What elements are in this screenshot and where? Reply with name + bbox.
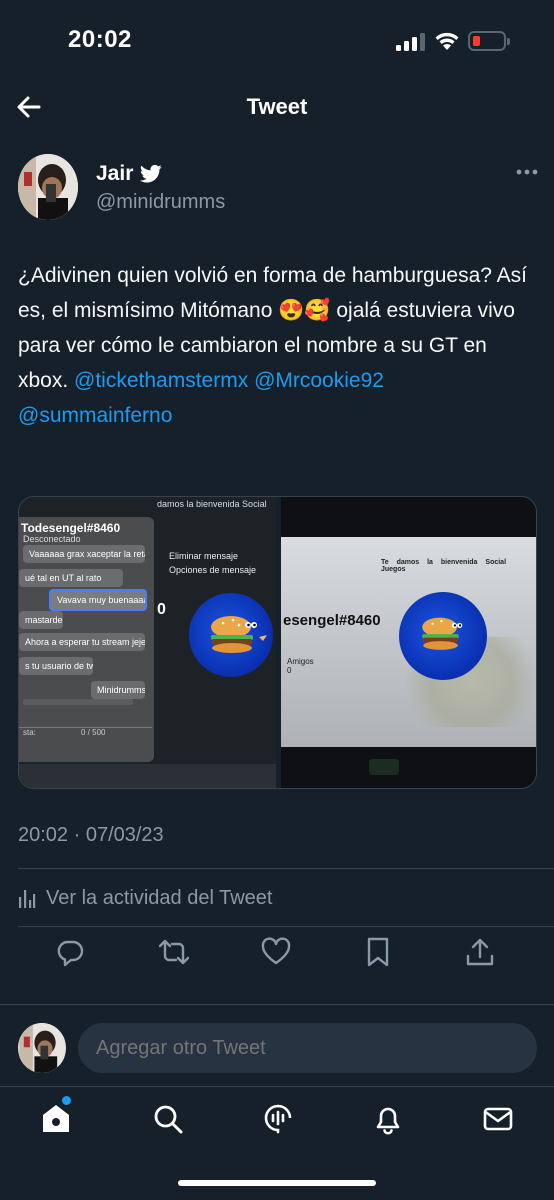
analytics-icon (19, 890, 36, 908)
xbox-screen: Te damos la bienvenida Social Juegos ese… (281, 537, 536, 747)
author-name[interactable]: Jair (96, 162, 133, 186)
wifi-icon (435, 32, 459, 50)
chat-status: Desconectado (23, 534, 81, 544)
search-icon[interactable] (152, 1103, 184, 1135)
chat-message: ué tal en UT al rato (19, 569, 123, 587)
media-photo-2[interactable]: Te damos la bienvenida Social Juegos ese… (281, 497, 536, 788)
home-icon[interactable] (40, 1103, 72, 1135)
tweet-timestamp: 20:02 · 07/03/23 (18, 824, 164, 846)
mention-link[interactable]: @Mrcookie92 (254, 369, 384, 392)
chat-input: sta: 0 / 500 (19, 727, 152, 741)
status-time: 20:02 (68, 26, 132, 53)
reply-icon[interactable] (54, 936, 86, 968)
chat-message: Vavava muy buenaaaa (49, 589, 147, 611)
author-avatar[interactable] (18, 154, 78, 220)
tweet-actions (0, 932, 554, 976)
chat-message: s tu usuario de tw (19, 657, 93, 675)
home-indicator (178, 1180, 376, 1186)
divider (18, 926, 554, 927)
like-icon[interactable] (260, 936, 292, 968)
chat-message: mastarde (19, 611, 63, 629)
xbox-gamertag: esengel#8460 (283, 612, 381, 629)
burger-icon (211, 616, 267, 653)
cellular-signal-icon (396, 33, 426, 51)
share-icon[interactable] (464, 936, 496, 968)
mention-link[interactable]: @tickethamstermx (74, 369, 248, 392)
bookmark-icon[interactable] (362, 936, 394, 968)
xbox-tabs: Te damos la bienvenida Social Juegos (381, 559, 507, 573)
burger-icon (422, 617, 463, 650)
reply-input[interactable] (78, 1023, 537, 1073)
xbox-friends: Amigos 0 (287, 657, 314, 675)
retweet-icon[interactable] (158, 936, 190, 968)
page-title: Tweet (246, 94, 308, 119)
tweet-media[interactable]: damos la bienvenida Social Eliminar mens… (18, 496, 537, 789)
chat-gamertag: Todesengel#8460 (21, 521, 121, 535)
chat-message: Ahora a esperar tu stream jeje (19, 633, 145, 651)
status-bar: 20:02 (0, 0, 554, 80)
chat-message: Vaaaaaa grax xaceptar la reta (23, 545, 145, 563)
tweet-author: Jair @minidrumms (18, 150, 538, 230)
photo-context-menu: Eliminar mensaje Opciones de mensaje (169, 551, 257, 575)
chat-panel: Todesengel#8460 Desconectado Vaaaaaa gra… (19, 517, 154, 762)
mention-link[interactable]: @summainferno (18, 404, 172, 427)
spaces-icon[interactable] (262, 1103, 294, 1135)
activity-label: Ver la actividad del Tweet (46, 887, 273, 909)
reply-bar (0, 1004, 554, 1086)
chat-message: Minidrumms (91, 681, 145, 699)
user-avatar[interactable] (18, 1023, 66, 1073)
tweet-text: ¿Adivinen quien volvió en forma de hambu… (18, 258, 538, 433)
media-photo-1[interactable]: damos la bienvenida Social Eliminar mens… (19, 497, 276, 788)
photo-partial-number: 0 (157, 601, 166, 618)
more-options-icon[interactable] (516, 168, 538, 176)
battery-icon (468, 31, 510, 51)
twitter-bird-icon (140, 164, 162, 183)
divider (18, 868, 554, 869)
photo-menu-header: damos la bienvenida Social (157, 499, 267, 509)
header: Tweet (0, 80, 554, 136)
notifications-icon[interactable] (372, 1103, 404, 1135)
author-handle[interactable]: @minidrumms (96, 191, 225, 214)
messages-icon[interactable] (482, 1103, 514, 1135)
home-notification-dot (62, 1096, 71, 1105)
